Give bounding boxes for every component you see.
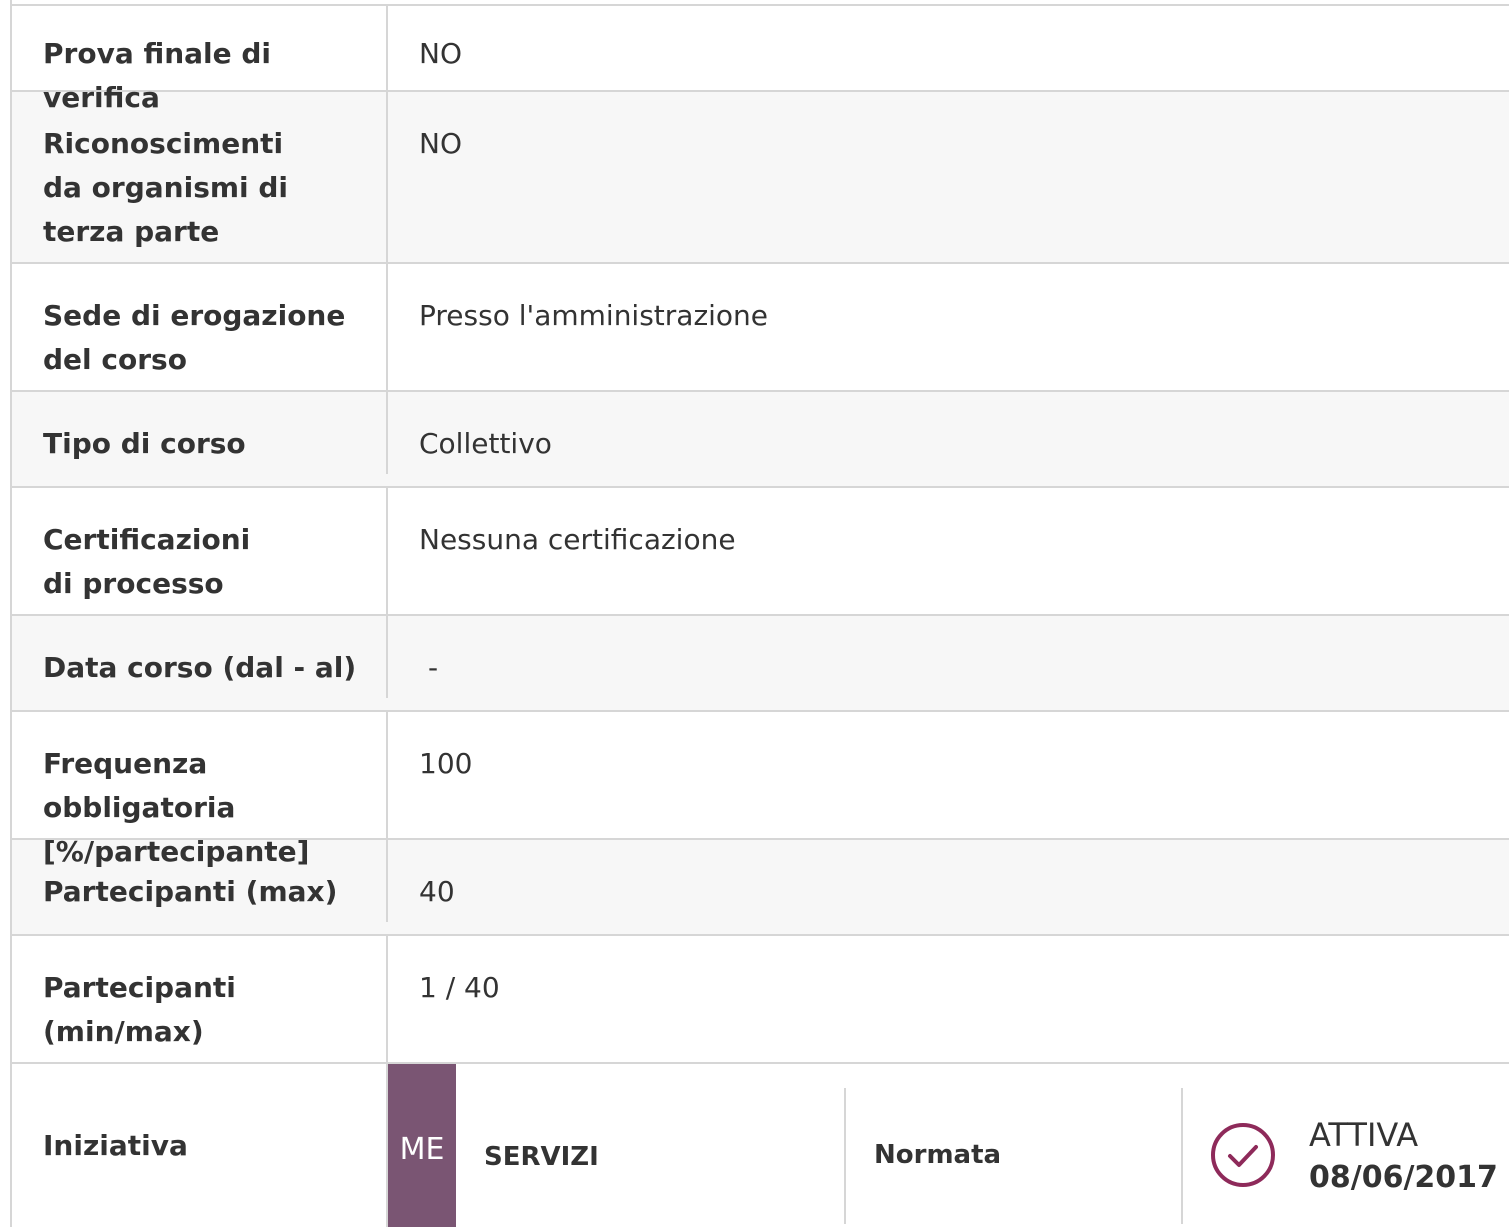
row-value: 40 [419, 875, 455, 908]
row-value: 1 / 40 [419, 971, 500, 1004]
row-label: Sede di erogazione del corso [12, 264, 388, 390]
check-circle-icon [1211, 1123, 1275, 1187]
table-row: Partecipanti (max) 40 [12, 840, 1509, 936]
iniziativa-row: Iniziativa ME SERVIZI Normata ATTIVA 08/… [12, 1064, 1509, 1227]
table-row: Sede di erogazione del corso Presso l'am… [12, 264, 1509, 392]
row-label: Data corso (dal - al) [12, 616, 388, 698]
divider [844, 1088, 846, 1224]
status-date: 08/06/2017 [1309, 1160, 1498, 1195]
row-label: Riconoscimenti da organismi di terza par… [12, 92, 388, 262]
row-value: NO [419, 127, 462, 160]
row-label: Certificazioni di processo [12, 488, 388, 614]
divider [1181, 1088, 1183, 1224]
status-label: ATTIVA [1309, 1116, 1419, 1154]
row-value: - [428, 651, 439, 684]
iniziativa-card[interactable]: ME SERVIZI Normata ATTIVA 08/06/2017 [388, 1064, 1509, 1227]
row-label: Partecipanti (max) [12, 840, 388, 922]
row-label: Frequenza obbligatoria [%/partecipante] [12, 712, 388, 868]
table-row: Data corso (dal - al) - [12, 616, 1509, 712]
table-row: Riconoscimenti da organismi di terza par… [12, 92, 1509, 264]
course-details-table: Prova finale di verifica NO Riconoscimen… [10, 0, 1509, 1227]
row-value: 100 [419, 747, 473, 780]
initiative-type: Normata [874, 1140, 1002, 1170]
table-row: Prova finale di verifica NO [12, 4, 1509, 114]
row-label: Partecipanti (min/max) [12, 936, 388, 1062]
table-row: Partecipanti (min/max) 1 / 40 [12, 936, 1509, 1064]
row-value: Collettivo [419, 427, 552, 460]
category-code-badge: ME [388, 1064, 456, 1227]
category-name: SERVIZI [484, 1142, 599, 1172]
row-value: NO [419, 37, 462, 70]
table-row: Certificazioni di processo Nessuna certi… [12, 488, 1509, 616]
table-row: Frequenza obbligatoria [%/partecipante] … [12, 712, 1509, 868]
row-label: Prova finale di verifica [12, 6, 388, 114]
row-value: Nessuna certificazione [419, 523, 736, 556]
table-row: Tipo di corso Collettivo [12, 392, 1509, 488]
iniziativa-label: Iniziativa [12, 1064, 388, 1227]
row-value: Presso l'amministrazione [419, 299, 769, 332]
row-label: Tipo di corso [12, 392, 388, 474]
